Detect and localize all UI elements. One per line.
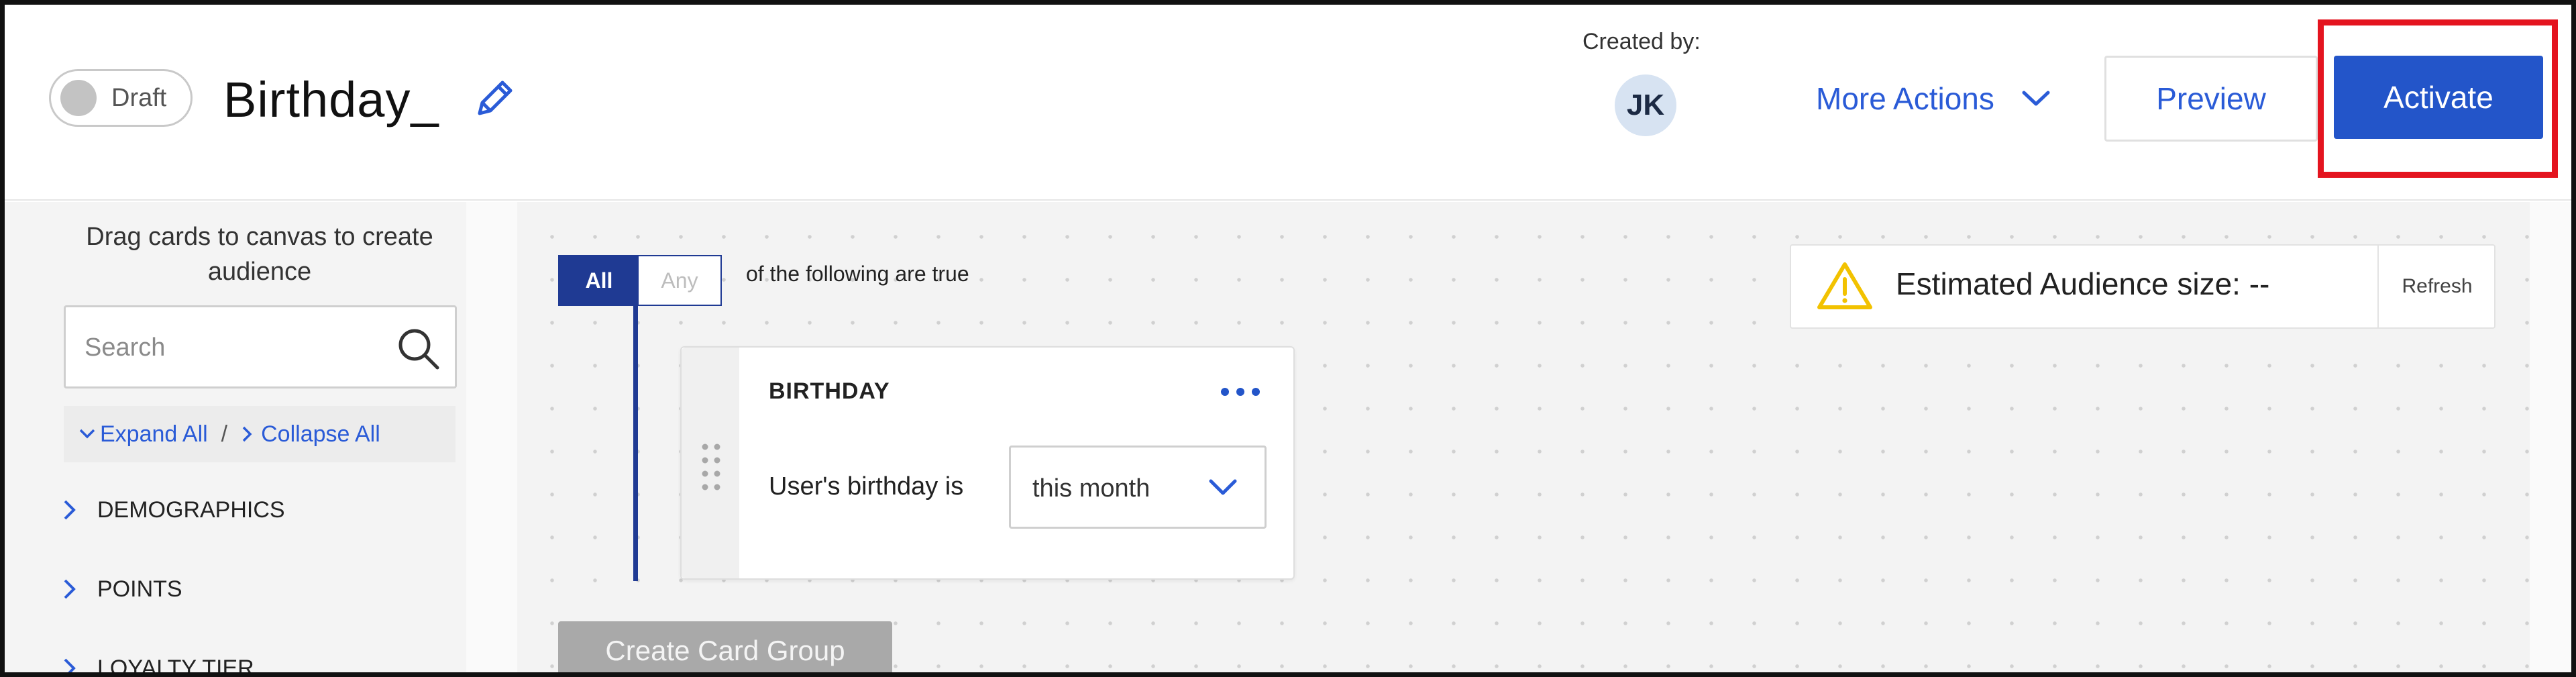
birthday-period-select[interactable]: this month (1009, 446, 1267, 529)
more-actions-button[interactable]: More Actions (1816, 72, 2051, 125)
activate-button[interactable]: Activate (2334, 56, 2543, 139)
pencil-icon[interactable] (470, 74, 519, 123)
chevron-down-icon (1209, 479, 1237, 495)
status-label: Draft (111, 83, 167, 112)
search-box (64, 305, 457, 388)
collapse-all-link[interactable]: Collapse All (241, 421, 380, 448)
chevron-right-icon (64, 658, 76, 677)
card-field-label: User's birthday is (769, 472, 964, 501)
category-points[interactable]: POINTS (53, 566, 466, 613)
match-all-option[interactable]: All (559, 256, 639, 305)
separator: / (221, 421, 228, 447)
expand-collapse-row: Expand All / Collapse All (64, 406, 455, 462)
category-loyalty-tier[interactable]: LOYALTY TIER (53, 645, 466, 677)
expand-all-label: Expand All (100, 421, 208, 447)
chevron-right-icon (242, 426, 252, 442)
chevron-down-icon (79, 429, 95, 439)
birthday-card[interactable]: BIRTHDAY User's birthday is this month (680, 346, 1295, 580)
sidebar-hint: Drag cards to canvas to create audience (86, 223, 433, 286)
created-by-label: Created by: (1582, 29, 1701, 54)
status-toggle[interactable]: Draft (49, 69, 193, 127)
more-options-icon[interactable] (1218, 385, 1263, 399)
select-value: this month (1032, 474, 1150, 503)
search-input[interactable] (85, 327, 380, 368)
category-label: POINTS (97, 576, 182, 602)
match-mode-toggle: All Any (558, 255, 722, 306)
category-label: DEMOGRAPHICS (97, 497, 285, 523)
preview-button[interactable]: Preview (2104, 56, 2318, 142)
canvas-gutter (466, 202, 517, 677)
header: Draft Birthday_ Created by: JK More Acti… (5, 5, 2571, 201)
chevron-right-icon (64, 500, 76, 520)
group-rail (633, 306, 638, 581)
match-any-option[interactable]: Any (639, 256, 720, 305)
sidebar: Drag cards to canvas to create audience … (53, 202, 466, 677)
warning-icon (1817, 262, 1872, 309)
category-label: LOYALTY TIER (97, 655, 254, 677)
create-card-group-button[interactable]: Create Card Group (558, 621, 892, 677)
card-drag-handle[interactable] (682, 348, 739, 578)
toggle-knob (60, 80, 97, 116)
audience-size-panel: Estimated Audience size: -- Refresh (1790, 244, 2496, 329)
chevron-right-icon (64, 579, 76, 599)
sidebar-strip (5, 202, 53, 677)
page-title: Birthday_ (223, 72, 439, 127)
category-demographics[interactable]: DEMOGRAPHICS (53, 486, 466, 533)
collapse-all-label: Collapse All (261, 421, 380, 447)
search-icon[interactable] (394, 325, 443, 373)
audience-size-text: Estimated Audience size: -- (1896, 266, 2270, 301)
refresh-button[interactable]: Refresh (2379, 246, 2496, 327)
card-title: BIRTHDAY (769, 378, 890, 404)
canvas-right-gutter (2530, 202, 2571, 677)
expand-all-link[interactable]: Expand All (78, 421, 208, 448)
avatar: JK (1615, 74, 1676, 136)
chevron-down-icon (2022, 91, 2050, 106)
more-actions-label: More Actions (1816, 81, 1994, 116)
drag-handle-icon (702, 444, 720, 490)
condition-text: of the following are true (746, 262, 969, 286)
